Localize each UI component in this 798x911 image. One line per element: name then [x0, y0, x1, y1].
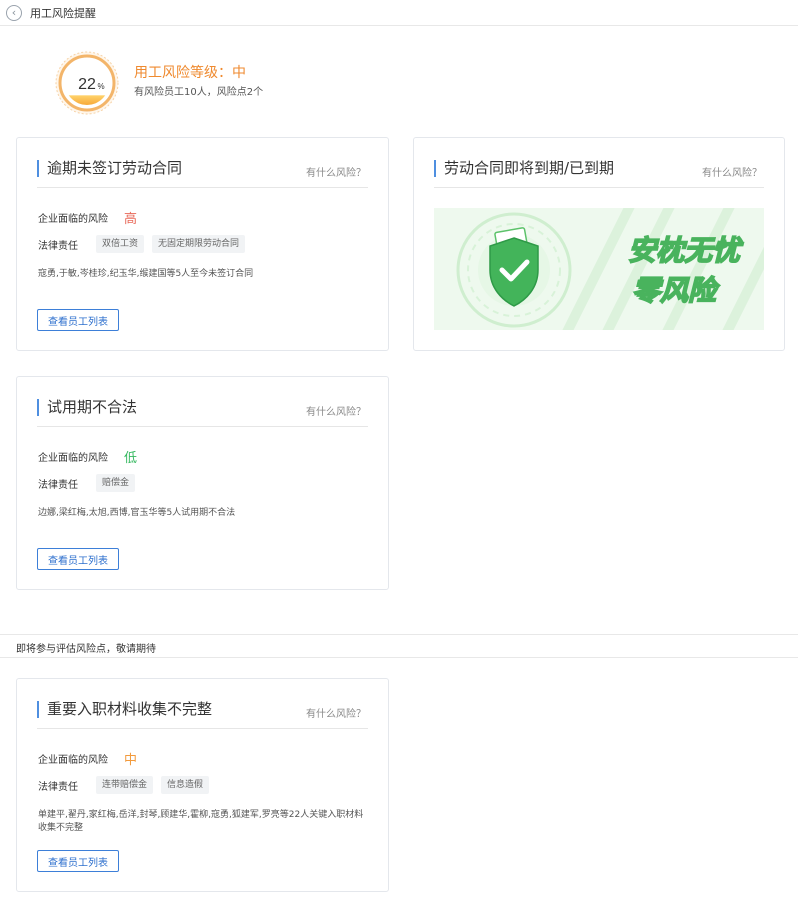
liability-tags: 赔偿金 [96, 474, 143, 492]
help-link[interactable]: 有什么风险？ [306, 164, 366, 179]
employee-list-text: 单建平,翟丹,家红梅,岳洋,封琴,顾建华,霍柳,寇勇,狐建军,罗亮等22人关键入… [38, 810, 364, 833]
risk-level-high: 高 [124, 212, 138, 227]
card-header: 重要入职材料收集不完整 有什么风险？ [37, 699, 368, 729]
risk-row: 企业面临的风险 中 [38, 749, 137, 768]
liability-row: 法律责任 双倍工资 无固定期限劳动合同 [38, 235, 253, 253]
tag: 赔偿金 [96, 474, 136, 492]
risk-summary: 22 % 用工风险等级：中 有风险员工10人，风险点2个 [54, 50, 474, 116]
liability-tags: 连带赔偿金 信息造假 [96, 776, 217, 794]
liability-label: 法律责任 [38, 781, 78, 793]
card-title: 重要入职材料收集不完整 [37, 701, 212, 718]
card-title: 逾期未签订劳动合同 [37, 160, 182, 177]
risk-level-medium: 中 [124, 753, 138, 768]
risk-detail-text: 有风险员工10人，风险点2个 [134, 87, 264, 98]
tag: 双倍工资 [96, 235, 145, 253]
help-link[interactable]: 有什么风险？ [702, 164, 762, 179]
risk-row: 企业面临的风险 高 [38, 208, 137, 227]
liability-row: 法律责任 赔偿金 [38, 474, 143, 492]
banner-text-line2: 零风险 [632, 274, 720, 307]
upcoming-notice-text: 即将参与评估风险点，敬请期待 [16, 644, 156, 655]
card-header: 逾期未签订劳动合同 有什么风险？ [37, 158, 368, 188]
tag: 连带赔偿金 [96, 776, 154, 794]
gauge-percent: 22 [78, 76, 96, 93]
liability-label: 法律责任 [38, 479, 78, 491]
risk-level-text: 用工风险等级：中 [134, 65, 246, 81]
gauge-percent-unit: % [97, 82, 104, 91]
card-title: 试用期不合法 [37, 399, 137, 416]
view-employees-button[interactable]: 查看员工列表 [37, 548, 119, 570]
risk-gauge: 22 % [55, 51, 119, 115]
liability-tags: 双倍工资 无固定期限劳动合同 [96, 235, 253, 253]
no-risk-banner: 安枕无忧 零风险 [434, 208, 764, 330]
tag: 信息造假 [161, 776, 210, 794]
back-icon[interactable]: ‹ [6, 4, 22, 21]
banner-text-line1: 安枕无忧 [628, 234, 744, 267]
card-title: 劳动合同即将到期/已到期 [434, 160, 614, 177]
risk-label: 企业面临的风险 [38, 453, 108, 464]
risk-level-low: 低 [124, 451, 138, 466]
liability-row: 法律责任 连带赔偿金 信息造假 [38, 776, 217, 794]
help-link[interactable]: 有什么风险？ [306, 705, 366, 720]
risk-row: 企业面临的风险 低 [38, 447, 137, 466]
employee-list-text: 边娜,梁红梅,太旭,西博,官玉华等5人试用期不合法 [38, 508, 236, 518]
card-overdue-contract: 逾期未签订劳动合同 有什么风险？ 企业面临的风险 高 法律责任 双倍工资 无固定… [16, 137, 389, 351]
risk-label: 企业面临的风险 [38, 755, 108, 766]
card-probation: 试用期不合法 有什么风险？ 企业面临的风险 低 法律责任 赔偿金 边娜,梁红梅,… [16, 376, 389, 590]
liability-label: 法律责任 [38, 240, 78, 252]
card-onboarding-docs: 重要入职材料收集不完整 有什么风险？ 企业面临的风险 中 法律责任 连带赔偿金 … [16, 678, 389, 892]
help-link[interactable]: 有什么风险？ [306, 403, 366, 418]
card-header: 劳动合同即将到期/已到期 有什么风险？ [434, 158, 764, 188]
view-employees-button[interactable]: 查看员工列表 [37, 309, 119, 331]
card-header: 试用期不合法 有什么风险？ [37, 397, 368, 427]
tag: 无固定期限劳动合同 [152, 235, 246, 253]
employee-list-text: 寇勇,于敏,岑桂珍,纪玉华,缑建国等5人至今未签订合同 [38, 269, 254, 279]
view-employees-button[interactable]: 查看员工列表 [37, 850, 119, 872]
page-title: 用工风险提醒 [30, 6, 96, 20]
card-contract-expiring: 劳动合同即将到期/已到期 有什么风险？ 安枕无忧 零风险 [413, 137, 785, 351]
risk-label: 企业面临的风险 [38, 214, 108, 225]
upcoming-notice-band: 即将参与评估风险点，敬请期待 [0, 634, 798, 658]
top-bar: ‹ 用工风险提醒 [0, 0, 798, 26]
